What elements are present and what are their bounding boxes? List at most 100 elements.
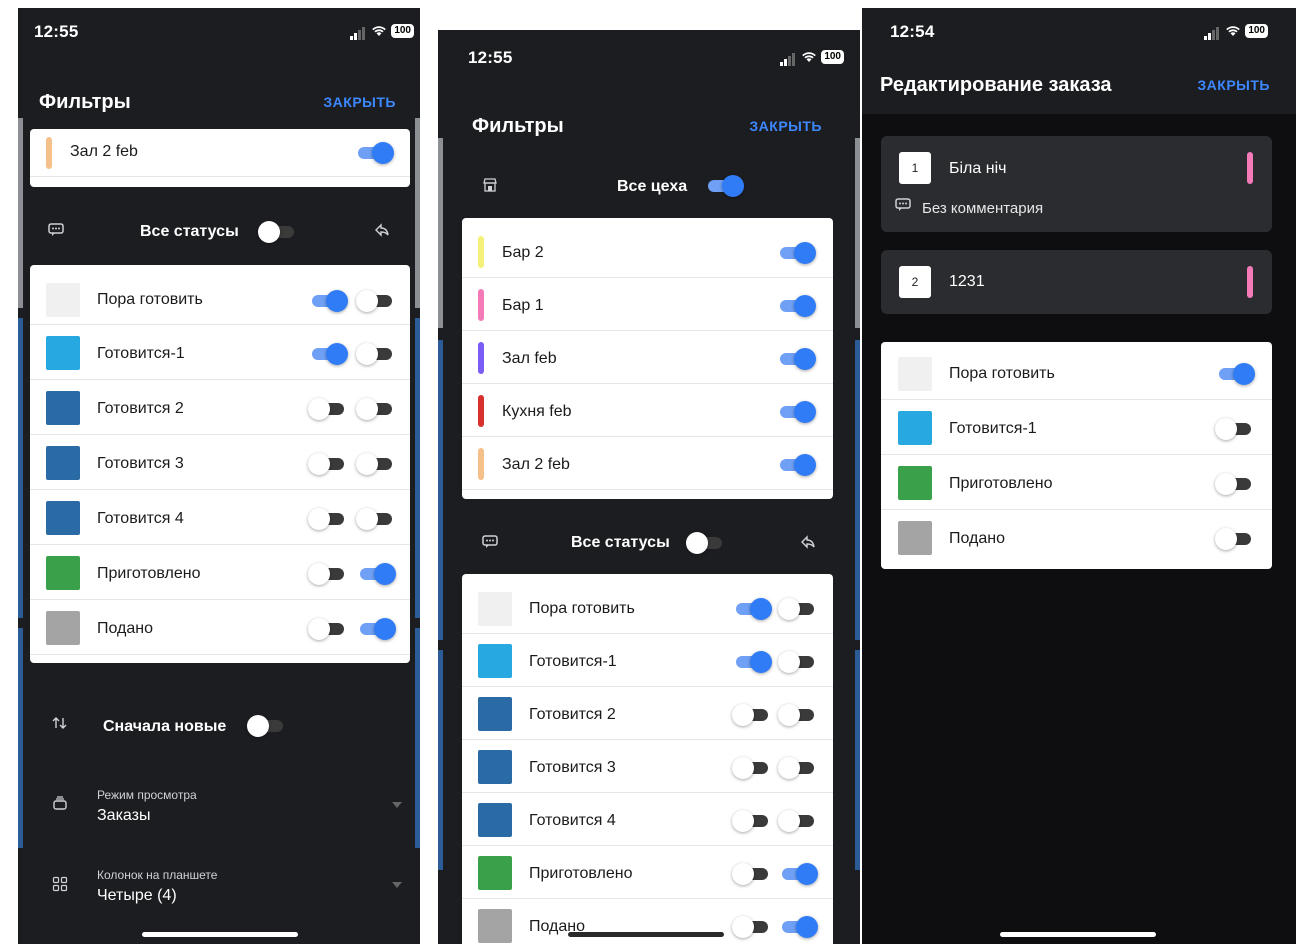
workshop-card: Зал 2 feb — [30, 129, 410, 187]
status-toggle-b[interactable] — [358, 563, 396, 585]
status-row[interactable]: Готовится 2 — [462, 688, 833, 740]
status-label: Пора готовить — [949, 365, 1055, 382]
status-toggle-b[interactable] — [780, 916, 818, 938]
status-row[interactable]: Готовится-1 — [881, 401, 1272, 455]
status-label: Приготовлено — [97, 565, 201, 582]
status-row[interactable]: Подано — [881, 511, 1272, 569]
status-row[interactable]: Приготовлено — [462, 847, 833, 899]
status-toggle-b[interactable] — [778, 704, 816, 726]
status-toggle-a[interactable] — [308, 453, 346, 475]
workshop-row[interactable]: Зал 2 feb — [30, 129, 410, 177]
status-swatch — [478, 592, 512, 626]
chevron-down-icon[interactable] — [392, 802, 402, 808]
close-button[interactable]: ЗАКРЫТЬ — [1197, 77, 1270, 93]
background-edge — [438, 340, 443, 640]
close-button[interactable]: ЗАКРЫТЬ — [323, 94, 396, 110]
status-toggle-b[interactable] — [356, 508, 394, 530]
order-comment: Без комментария — [922, 200, 1044, 217]
status-toggle[interactable] — [1215, 473, 1253, 495]
all-statuses-toggle[interactable] — [258, 221, 296, 243]
workshop-toggle[interactable] — [778, 295, 816, 317]
status-toggle-b[interactable] — [778, 757, 816, 779]
status-swatch — [898, 411, 932, 445]
order-item[interactable]: 2 1231 — [881, 250, 1272, 314]
workshop-row[interactable]: Бар 1 — [462, 279, 833, 331]
workshop-row[interactable]: Зал feb — [462, 332, 833, 384]
status-toggle[interactable] — [1217, 363, 1255, 385]
order-color-bar — [1247, 266, 1253, 298]
status-toggle-a[interactable] — [734, 651, 772, 673]
status-toggle[interactable] — [1215, 418, 1253, 440]
sort-newest-label: Сначала новые — [103, 718, 227, 735]
workshop-color-bar — [478, 289, 484, 321]
order-item[interactable]: 1 Біла ніч Без комментария — [881, 136, 1272, 232]
status-row[interactable]: Приготовлено — [881, 456, 1272, 510]
status-toggle-a[interactable] — [732, 863, 770, 885]
status-toggle-a[interactable] — [732, 810, 770, 832]
comment-icon — [482, 535, 498, 552]
status-row[interactable]: Подано — [462, 900, 833, 944]
workshop-row[interactable]: Кухня feb — [462, 385, 833, 437]
home-indicator — [142, 932, 298, 937]
all-statuses-toggle[interactable] — [686, 532, 724, 554]
status-toggle-a[interactable] — [308, 508, 346, 530]
status-icons: 100 — [780, 48, 844, 66]
filters-screen-1: 12:55 100 Фильтры ЗАКРЫТЬ Зал 2 feb Все … — [18, 8, 420, 944]
workshop-toggle[interactable] — [778, 454, 816, 476]
status-row[interactable]: Готовится-1 — [462, 635, 833, 687]
status-toggle-a[interactable] — [734, 598, 772, 620]
status-toggle[interactable] — [1215, 528, 1253, 550]
close-button[interactable]: ЗАКРЫТЬ — [749, 118, 822, 134]
status-label: Пора готовить — [529, 600, 635, 617]
status-toggle-b[interactable] — [778, 651, 816, 673]
status-row[interactable]: Готовится 2 — [30, 381, 410, 435]
status-toggle-a[interactable] — [732, 916, 770, 938]
workshop-toggle[interactable] — [778, 348, 816, 370]
status-toggle-b[interactable] — [780, 863, 818, 885]
status-row[interactable]: Готовится 4 — [30, 491, 410, 545]
all-workshops-toggle[interactable] — [706, 175, 744, 197]
status-toggle-b[interactable] — [356, 453, 394, 475]
workshop-toggle[interactable] — [356, 142, 394, 164]
status-toggle-a[interactable] — [308, 563, 346, 585]
status-toggle-b[interactable] — [358, 618, 396, 640]
view-mode-value[interactable]: Заказы — [97, 807, 150, 825]
status-label: Приготовлено — [949, 475, 1053, 492]
reply-icon[interactable] — [374, 223, 390, 240]
columns-value[interactable]: Четыре (4) — [97, 887, 177, 905]
status-toggle-b[interactable] — [778, 598, 816, 620]
status-toggle-a[interactable] — [310, 343, 348, 365]
status-row[interactable]: Пора готовить — [881, 342, 1272, 400]
status-label: Готовится 3 — [97, 455, 184, 472]
status-toggle-b[interactable] — [356, 343, 394, 365]
status-row[interactable]: Готовится 4 — [462, 794, 833, 846]
workshop-toggle[interactable] — [778, 401, 816, 423]
status-toggle-a[interactable] — [732, 704, 770, 726]
reply-icon[interactable] — [800, 535, 816, 552]
status-row[interactable]: Приготовлено — [30, 546, 410, 600]
workshop-row[interactable]: Бар 2 — [462, 218, 833, 278]
status-row[interactable]: Пора готовить — [30, 265, 410, 325]
status-row[interactable]: Подано — [30, 601, 410, 655]
workshop-toggle[interactable] — [778, 242, 816, 264]
status-label: Готовится 2 — [529, 706, 616, 723]
workshop-label: Зал 2 feb — [70, 143, 138, 160]
status-toggle-a[interactable] — [308, 398, 346, 420]
status-toggle-a[interactable] — [308, 618, 346, 640]
status-row[interactable]: Пора готовить — [462, 574, 833, 634]
workshop-color-bar — [478, 448, 484, 480]
status-toggle-a[interactable] — [732, 757, 770, 779]
status-toggle-b[interactable] — [356, 398, 394, 420]
status-toggle-b[interactable] — [356, 290, 394, 312]
status-toggle-a[interactable] — [310, 290, 348, 312]
status-label: Готовится 3 — [529, 759, 616, 776]
background-edge — [18, 118, 23, 308]
status-swatch — [478, 909, 512, 943]
status-row[interactable]: Готовится 3 — [30, 436, 410, 490]
workshop-row[interactable]: Зал 2 feb — [462, 438, 833, 490]
sort-newest-toggle[interactable] — [247, 715, 285, 737]
status-toggle-b[interactable] — [778, 810, 816, 832]
chevron-down-icon[interactable] — [392, 882, 402, 888]
status-row[interactable]: Готовится-1 — [30, 326, 410, 380]
status-row[interactable]: Готовится 3 — [462, 741, 833, 793]
